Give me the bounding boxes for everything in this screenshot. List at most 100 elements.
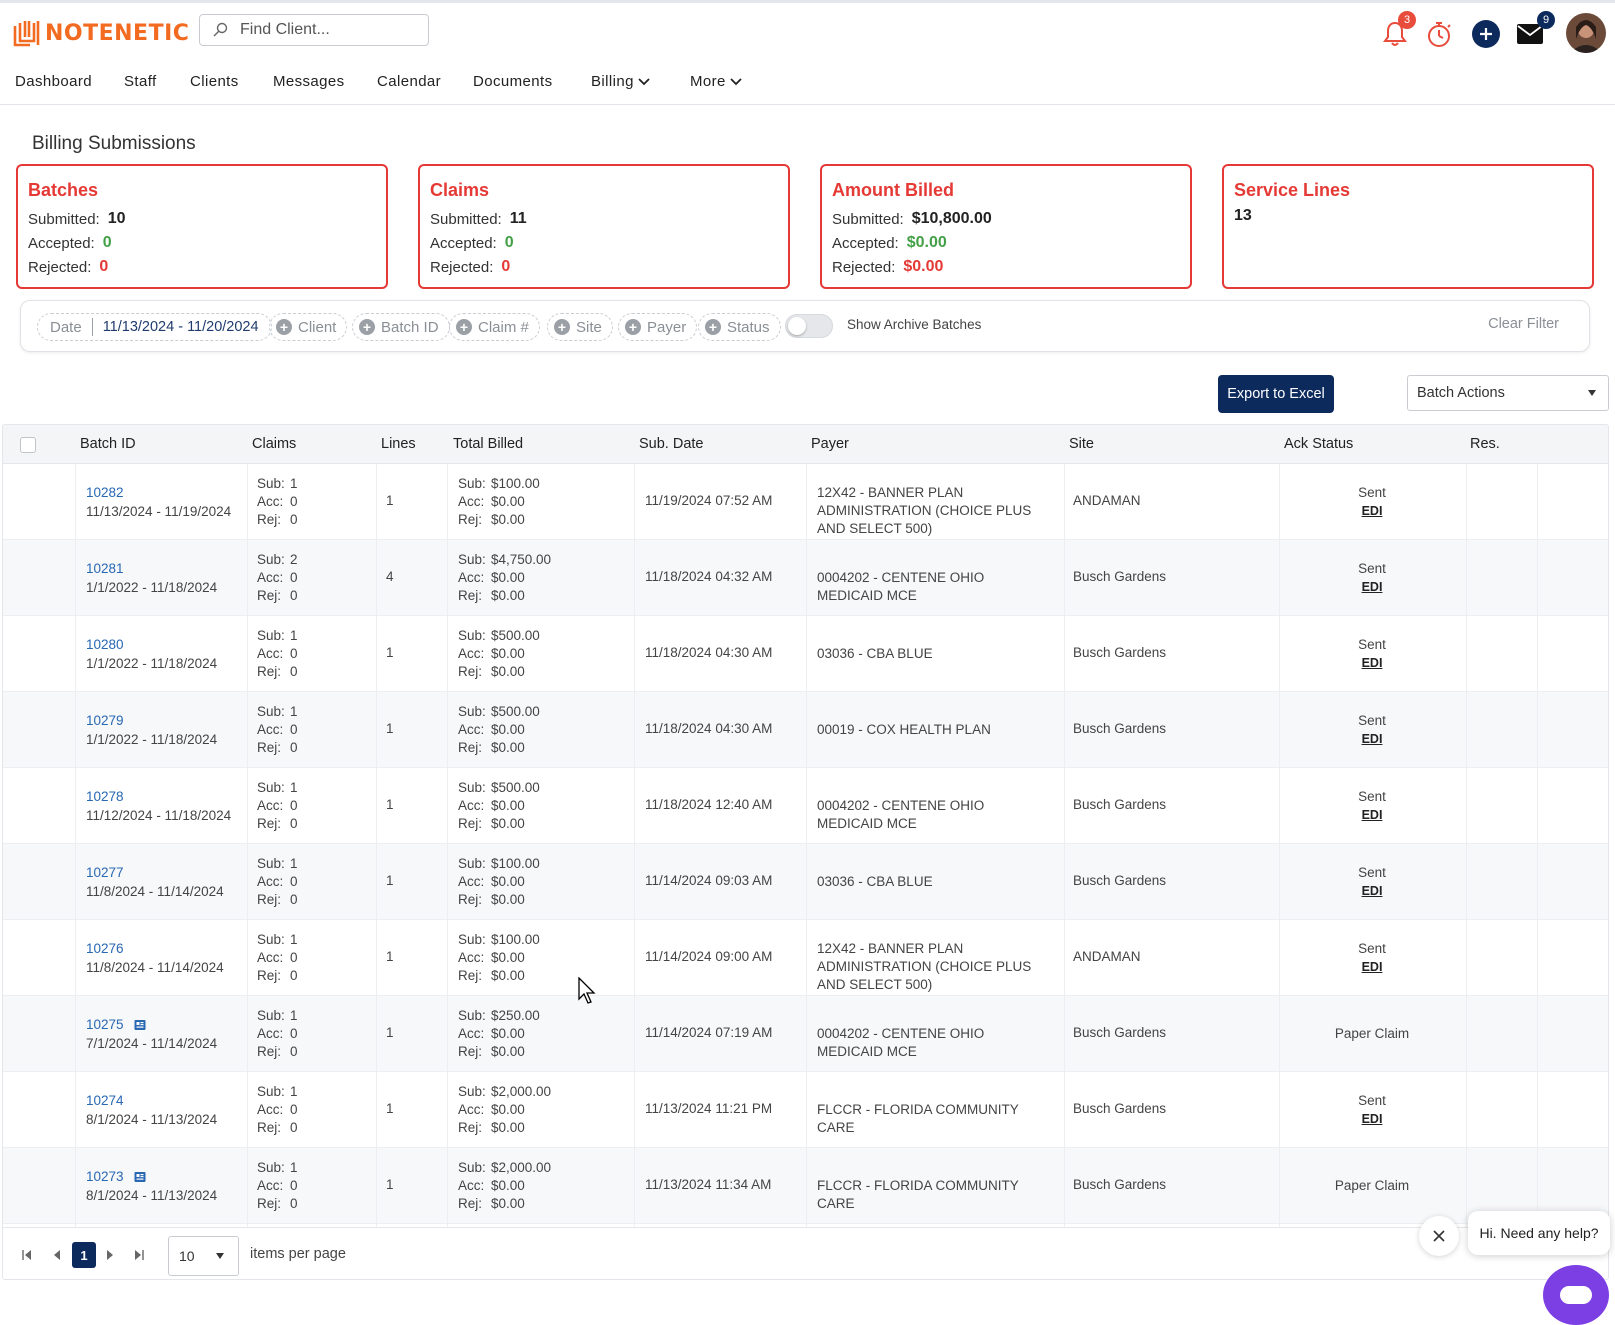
items-per-page-label: items per page bbox=[250, 1246, 346, 1262]
batch-id-filter-chip[interactable]: + Batch ID bbox=[352, 313, 450, 341]
breakdown-label: Sub: bbox=[458, 704, 486, 719]
sub-date-cell: 11/14/2024 07:19 AM bbox=[645, 1025, 773, 1040]
billed-sub-line: Sub: $2,000.00 bbox=[458, 1159, 551, 1177]
nav-messages[interactable]: Messages bbox=[273, 73, 345, 90]
batch-id-link[interactable]: 10280 bbox=[86, 637, 124, 652]
claims-sub-value: 1 bbox=[290, 704, 298, 719]
nav-calendar[interactable]: Calendar bbox=[377, 73, 441, 90]
batch-id-link[interactable]: 10277 bbox=[86, 865, 124, 880]
breakdown-label: Sub: bbox=[257, 1160, 285, 1175]
show-archive-toggle[interactable] bbox=[785, 314, 833, 338]
col-payer[interactable]: Payer bbox=[811, 436, 849, 452]
batch-id-link[interactable]: 10279 bbox=[86, 713, 124, 728]
ack-status-text: Sent bbox=[1358, 637, 1386, 652]
col-lines[interactable]: Lines bbox=[381, 436, 416, 452]
edi-link[interactable]: EDI bbox=[1282, 806, 1462, 824]
nav-documents[interactable]: Documents bbox=[473, 73, 552, 90]
client-filter-chip[interactable]: + Client bbox=[269, 313, 348, 341]
batch-date-range: 7/1/2024 - 11/14/2024 bbox=[86, 1036, 218, 1051]
find-client-search[interactable] bbox=[199, 14, 429, 46]
col-batch-id[interactable]: Batch ID bbox=[80, 436, 136, 452]
notifications-button[interactable]: 3 bbox=[1378, 11, 1416, 51]
edi-link[interactable]: EDI bbox=[1282, 1110, 1462, 1128]
breakdown-label: Acc: bbox=[458, 1178, 485, 1193]
nav-more[interactable]: More bbox=[690, 73, 742, 90]
batch-id-cell: 10278 11/12/2024 - 11/18/2024 bbox=[86, 787, 231, 825]
col-ack-status[interactable]: Ack Status bbox=[1284, 436, 1353, 452]
batch-id-link[interactable]: 10278 bbox=[86, 789, 124, 804]
user-avatar[interactable] bbox=[1566, 13, 1606, 53]
timer-button[interactable] bbox=[1422, 17, 1456, 51]
col-site[interactable]: Site bbox=[1069, 436, 1094, 452]
brand-logo[interactable]: NOTENETIC bbox=[12, 15, 189, 51]
claims-acc-line: Acc: 0 bbox=[257, 1025, 298, 1043]
breakdown-label: Acc: bbox=[458, 950, 485, 965]
batch-id-link[interactable]: 10276 bbox=[86, 941, 124, 956]
breakdown-label: Rej: bbox=[458, 1120, 483, 1135]
col-res[interactable]: Res. bbox=[1470, 436, 1500, 452]
nav-staff[interactable]: Staff bbox=[124, 73, 157, 90]
billed-sub-value: $500.00 bbox=[491, 780, 540, 795]
find-client-input[interactable] bbox=[238, 20, 418, 40]
last-page-button[interactable] bbox=[132, 1248, 146, 1262]
claims-rej-value: 0 bbox=[290, 816, 298, 831]
batch-id-link[interactable]: 10282 bbox=[86, 485, 124, 500]
breakdown-label: Acc: bbox=[257, 874, 284, 889]
chat-greeting-bubble[interactable]: Hi. Need any help? bbox=[1468, 1211, 1610, 1255]
paper-claim-icon bbox=[134, 1172, 146, 1183]
next-page-button[interactable] bbox=[103, 1248, 117, 1262]
batch-id-link[interactable]: 10275 bbox=[86, 1017, 124, 1032]
batch-actions-dropdown[interactable]: Batch Actions bbox=[1407, 375, 1609, 411]
export-to-excel-button[interactable]: Export to Excel bbox=[1218, 375, 1334, 413]
claims-rej-value: 0 bbox=[290, 1044, 298, 1059]
batch-date-range: 11/12/2024 - 11/18/2024 bbox=[86, 808, 232, 823]
col-claims[interactable]: Claims bbox=[252, 436, 296, 452]
billed-rej-value: $0.00 bbox=[491, 1120, 525, 1135]
billed-acc-line: Acc: $0.00 bbox=[458, 1177, 551, 1195]
date-filter-chip[interactable]: Date 11/13/2024 - 11/20/2024 bbox=[37, 313, 272, 341]
nav-billing[interactable]: Billing bbox=[591, 73, 650, 90]
status-filter-chip[interactable]: + Status bbox=[698, 313, 781, 341]
col-total-billed[interactable]: Total Billed bbox=[453, 436, 523, 452]
ack-status-cell: Sent EDI bbox=[1282, 712, 1462, 748]
col-sub-date[interactable]: Sub. Date bbox=[639, 436, 704, 452]
page-title: Billing Submissions bbox=[32, 133, 196, 154]
edi-link[interactable]: EDI bbox=[1282, 502, 1462, 520]
batch-id-line: 10282 bbox=[86, 483, 231, 502]
batch-id-link[interactable]: 10281 bbox=[86, 561, 124, 576]
site-filter-chip[interactable]: + Site bbox=[547, 313, 613, 341]
edi-link[interactable]: EDI bbox=[1282, 730, 1462, 748]
quick-add-button[interactable] bbox=[1469, 17, 1503, 51]
chat-close-button[interactable] bbox=[1419, 1216, 1459, 1256]
claims-breakdown: Sub: 2 Acc: 0 Rej: 0 bbox=[257, 551, 298, 605]
clear-filter-button[interactable]: Clear Filter bbox=[1488, 316, 1559, 332]
batch-id-link[interactable]: 10273 bbox=[86, 1169, 124, 1184]
total-billed-cell: Sub: $100.00 Acc: $0.00 Rej: $0.00 bbox=[458, 855, 540, 909]
edi-link[interactable]: EDI bbox=[1282, 654, 1462, 672]
nav-clients[interactable]: Clients bbox=[190, 73, 239, 90]
table-header: Batch ID Claims Lines Total Billed Sub. … bbox=[3, 425, 1608, 464]
billed-rej-line: Rej: $0.00 bbox=[458, 587, 551, 605]
batch-id-link[interactable]: 10274 bbox=[86, 1093, 124, 1108]
edi-link[interactable]: EDI bbox=[1282, 882, 1462, 900]
billed-rej-line: Rej: $0.00 bbox=[458, 815, 540, 833]
nav-dashboard[interactable]: Dashboard bbox=[15, 73, 92, 90]
payer-filter-chip[interactable]: + Payer bbox=[618, 313, 698, 341]
messages-button[interactable]: 9 bbox=[1513, 11, 1555, 51]
claims-acc-line: Acc: 0 bbox=[257, 721, 298, 739]
edi-link[interactable]: EDI bbox=[1282, 958, 1462, 976]
current-page-button[interactable]: 1 bbox=[72, 1242, 96, 1268]
chat-launcher-button[interactable] bbox=[1543, 1265, 1609, 1325]
column-divider bbox=[1064, 464, 1065, 1227]
claims-acc-value: 0 bbox=[290, 722, 298, 737]
claim-number-filter-chip[interactable]: + Claim # bbox=[449, 313, 540, 341]
batch-id-cell: 10273 8/1/2024 - 11/13/2024 bbox=[86, 1167, 217, 1205]
claims-sub-line: Sub: 1 bbox=[257, 931, 298, 949]
plus-circle-icon bbox=[1472, 20, 1500, 48]
page-size-select[interactable]: 10 bbox=[168, 1236, 239, 1276]
edi-link[interactable]: EDI bbox=[1282, 578, 1462, 596]
prev-page-button[interactable] bbox=[50, 1248, 64, 1262]
claims-rej-value: 0 bbox=[290, 892, 298, 907]
first-page-button[interactable] bbox=[20, 1248, 34, 1262]
select-all-checkbox[interactable] bbox=[20, 437, 36, 453]
